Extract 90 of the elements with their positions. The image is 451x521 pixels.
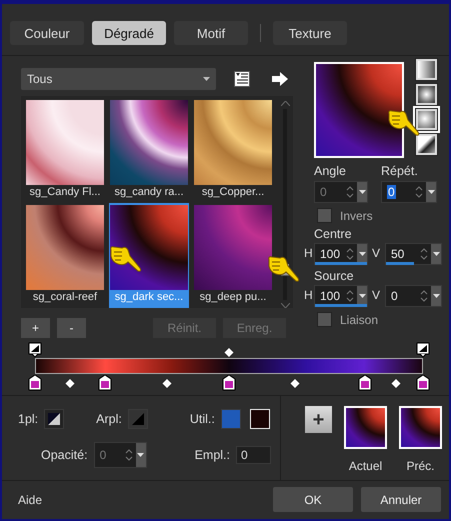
midpoint-marker[interactable]: [290, 379, 300, 388]
spinner-arrows-icon[interactable]: [415, 185, 423, 199]
v-label: V: [372, 288, 382, 302]
spinner-arrows-icon[interactable]: [420, 289, 428, 303]
spinner-arrows-icon[interactable]: [346, 289, 354, 303]
h-field[interactable]: 100: [314, 243, 368, 265]
location-label: Empl.:: [194, 448, 230, 462]
gradient-name: sg_deep pu...: [200, 290, 266, 305]
opacity-field[interactable]: 0: [94, 442, 147, 468]
angle-label: Angle: [314, 164, 347, 178]
color-swatch[interactable]: [220, 409, 241, 429]
tab[interactable]: Couleur: [10, 21, 84, 45]
invert-label: Invers: [340, 208, 373, 222]
repeat-label: Répét.: [381, 164, 419, 178]
add-button[interactable]: +: [305, 406, 332, 433]
centre-label: Centre: [314, 227, 353, 241]
caret-icon[interactable]: [428, 190, 434, 194]
pointing-hand-icon: [108, 244, 142, 274]
current-gradient-thumbnail: [344, 406, 387, 449]
gradient-style-button[interactable]: [415, 133, 438, 156]
background-swatch-icon[interactable]: [128, 409, 148, 429]
color-stop-marker[interactable]: [222, 375, 236, 391]
v-label: V: [372, 246, 382, 260]
link-label: Liaison: [340, 312, 378, 326]
color-stop-marker[interactable]: [416, 375, 430, 391]
pointing-hand-icon: [266, 254, 300, 284]
link-checkbox[interactable]: [317, 312, 332, 327]
location-field[interactable]: 0: [236, 446, 271, 464]
opacity-stop-marker[interactable]: [416, 342, 430, 358]
after-label: Arpl:: [96, 412, 122, 426]
scroll-up-icon[interactable]: [280, 101, 290, 106]
gradient-bar[interactable]: [35, 358, 423, 374]
gradient-preview[interactable]: [314, 62, 404, 158]
gradient-name: sg_coral-reef: [32, 290, 98, 305]
gradient-name: sg_candy ra...: [114, 185, 184, 200]
h-label: H: [304, 288, 314, 302]
tab[interactable]: Texture: [273, 21, 347, 45]
remove-button[interactable]: -: [57, 318, 86, 338]
first-label: 1pl:: [18, 412, 38, 426]
tab[interactable]: Dégradé: [92, 21, 166, 45]
color-stop-marker[interactable]: [28, 375, 42, 391]
list-view-icon[interactable]: [234, 71, 250, 87]
gradient-item[interactable]: sg_Copper...: [193, 98, 273, 203]
h-label: H: [304, 246, 314, 260]
midpoint-marker[interactable]: [391, 379, 400, 388]
color-stop-marker[interactable]: [98, 375, 112, 391]
gradient-name: sg_Candy Fl...: [30, 185, 100, 200]
current-label: Actuel: [348, 459, 382, 473]
midpoint-marker[interactable]: [65, 379, 74, 388]
h-field[interactable]: 100: [314, 285, 368, 307]
gradient-item[interactable]: sg_candy ra...: [109, 98, 189, 203]
midpoint-marker[interactable]: [162, 379, 172, 388]
arrow-right-icon[interactable]: [272, 72, 288, 86]
caret-icon[interactable]: [137, 453, 144, 457]
repeat-field[interactable]: 0: [381, 181, 437, 203]
add-button[interactable]: +: [21, 318, 50, 338]
gradient-style-button[interactable]: [415, 58, 438, 81]
spinner-arrows-icon[interactable]: [346, 247, 354, 261]
spinner-arrows-icon[interactable]: [420, 247, 428, 261]
gradient-item[interactable]: sg_deep pu...: [193, 203, 273, 308]
caret-icon[interactable]: [358, 294, 366, 298]
scroll-down-icon[interactable]: [280, 303, 290, 308]
category-dropdown[interactable]: Tous: [21, 68, 216, 90]
opacity-label: Opacité:: [41, 448, 88, 462]
v-field[interactable]: 0: [385, 285, 442, 307]
help-link[interactable]: Aide: [18, 492, 265, 506]
spinner-arrows-icon[interactable]: [124, 448, 133, 462]
caret-icon[interactable]: [432, 294, 440, 298]
caret-icon: [203, 77, 210, 81]
previous-gradient-thumbnail: [399, 406, 442, 449]
tab[interactable]: Motif: [174, 21, 248, 45]
gradient-style-button[interactable]: [415, 108, 438, 131]
gradient-style-button[interactable]: [415, 83, 438, 106]
invert-checkbox[interactable]: [317, 208, 332, 223]
source-label: Source: [314, 269, 355, 283]
caret-icon[interactable]: [432, 252, 440, 256]
gradient-item[interactable]: sg_Candy Fl...: [25, 98, 105, 203]
ok-button[interactable]: OK: [273, 487, 353, 512]
gradient-name: sg_Copper...: [202, 185, 264, 200]
foreground-swatch-icon[interactable]: [44, 409, 64, 429]
gradient-item[interactable]: sg_coral-reef: [25, 203, 105, 308]
cancel-button[interactable]: Annuler: [361, 487, 441, 512]
opacity-stop-marker[interactable]: [28, 342, 42, 358]
use-label: Util.:: [190, 412, 215, 426]
caret-icon[interactable]: [358, 252, 366, 256]
previous-label: Préc.: [406, 459, 434, 473]
v-field[interactable]: 50: [385, 243, 442, 265]
gradient-name: sg_dark sec...: [114, 290, 184, 305]
color-stop-marker[interactable]: [358, 375, 372, 391]
pointing-hand-icon: [386, 108, 420, 138]
